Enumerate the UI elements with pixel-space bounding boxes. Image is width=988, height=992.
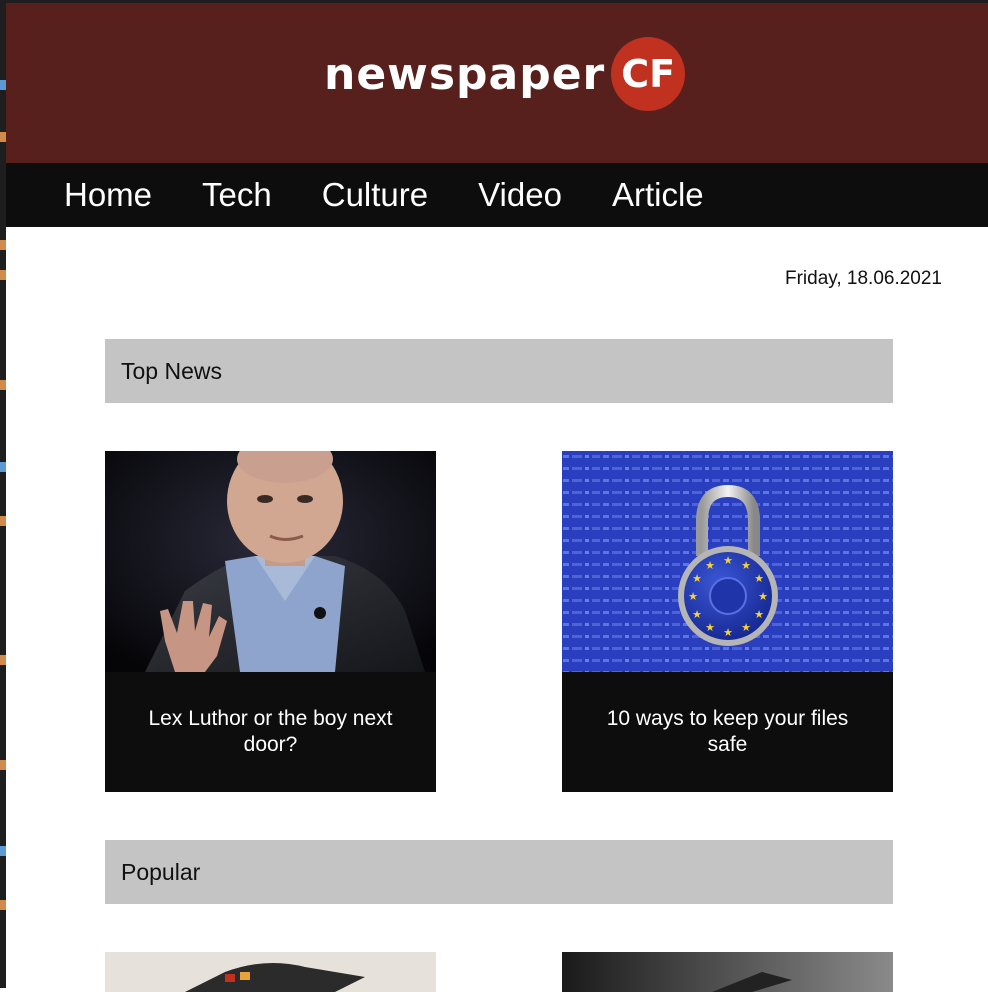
svg-text:★: ★ bbox=[688, 591, 698, 603]
popular-card-image-1[interactable] bbox=[105, 952, 436, 992]
news-card-image: ★ ★ ★ ★ ★ ★ ★ ★ ★ ★ ★ ★ bbox=[562, 451, 893, 672]
svg-text:★: ★ bbox=[754, 573, 764, 585]
site-logo[interactable]: newspaper CF bbox=[324, 36, 686, 112]
section-title: Popular bbox=[121, 858, 201, 885]
news-card-files-safe[interactable]: ★ ★ ★ ★ ★ ★ ★ ★ ★ ★ ★ ★ 10 ways to keep … bbox=[562, 451, 893, 792]
nav-item-tech[interactable]: Tech bbox=[202, 176, 272, 214]
logo-text: newspaper bbox=[324, 48, 606, 100]
news-card-lex-luthor[interactable]: Lex Luthor or the boy next door? bbox=[105, 451, 436, 792]
svg-text:★: ★ bbox=[758, 591, 768, 603]
news-card-image bbox=[105, 451, 436, 672]
nav-item-culture[interactable]: Culture bbox=[322, 176, 428, 214]
nav-item-video[interactable]: Video bbox=[478, 176, 562, 214]
nav-item-home[interactable]: Home bbox=[64, 176, 152, 214]
svg-text:★: ★ bbox=[754, 609, 764, 621]
svg-text:★: ★ bbox=[741, 622, 751, 634]
svg-text:★: ★ bbox=[741, 560, 751, 572]
current-date: Friday, 18.06.2021 bbox=[784, 268, 942, 289]
masthead: newspaper CF bbox=[6, 3, 988, 163]
svg-text:★: ★ bbox=[692, 573, 702, 585]
svg-text:★: ★ bbox=[723, 627, 733, 639]
main-nav: Home Tech Culture Video Article bbox=[6, 163, 988, 227]
news-card-title: 10 ways to keep your files safe bbox=[606, 707, 849, 756]
nav-item-article[interactable]: Article bbox=[612, 176, 704, 214]
svg-text:★: ★ bbox=[692, 609, 702, 621]
section-header-popular: Popular bbox=[105, 840, 893, 904]
section-title: Top News bbox=[121, 357, 222, 384]
svg-text:★: ★ bbox=[705, 560, 715, 572]
section-header-top-news: Top News bbox=[105, 339, 893, 403]
news-card-title: Lex Luthor or the boy next door? bbox=[148, 707, 393, 756]
svg-text:★: ★ bbox=[705, 622, 715, 634]
svg-text:★: ★ bbox=[723, 555, 733, 567]
popular-card-image-2[interactable] bbox=[562, 952, 893, 992]
logo-badge: CF bbox=[611, 37, 686, 111]
